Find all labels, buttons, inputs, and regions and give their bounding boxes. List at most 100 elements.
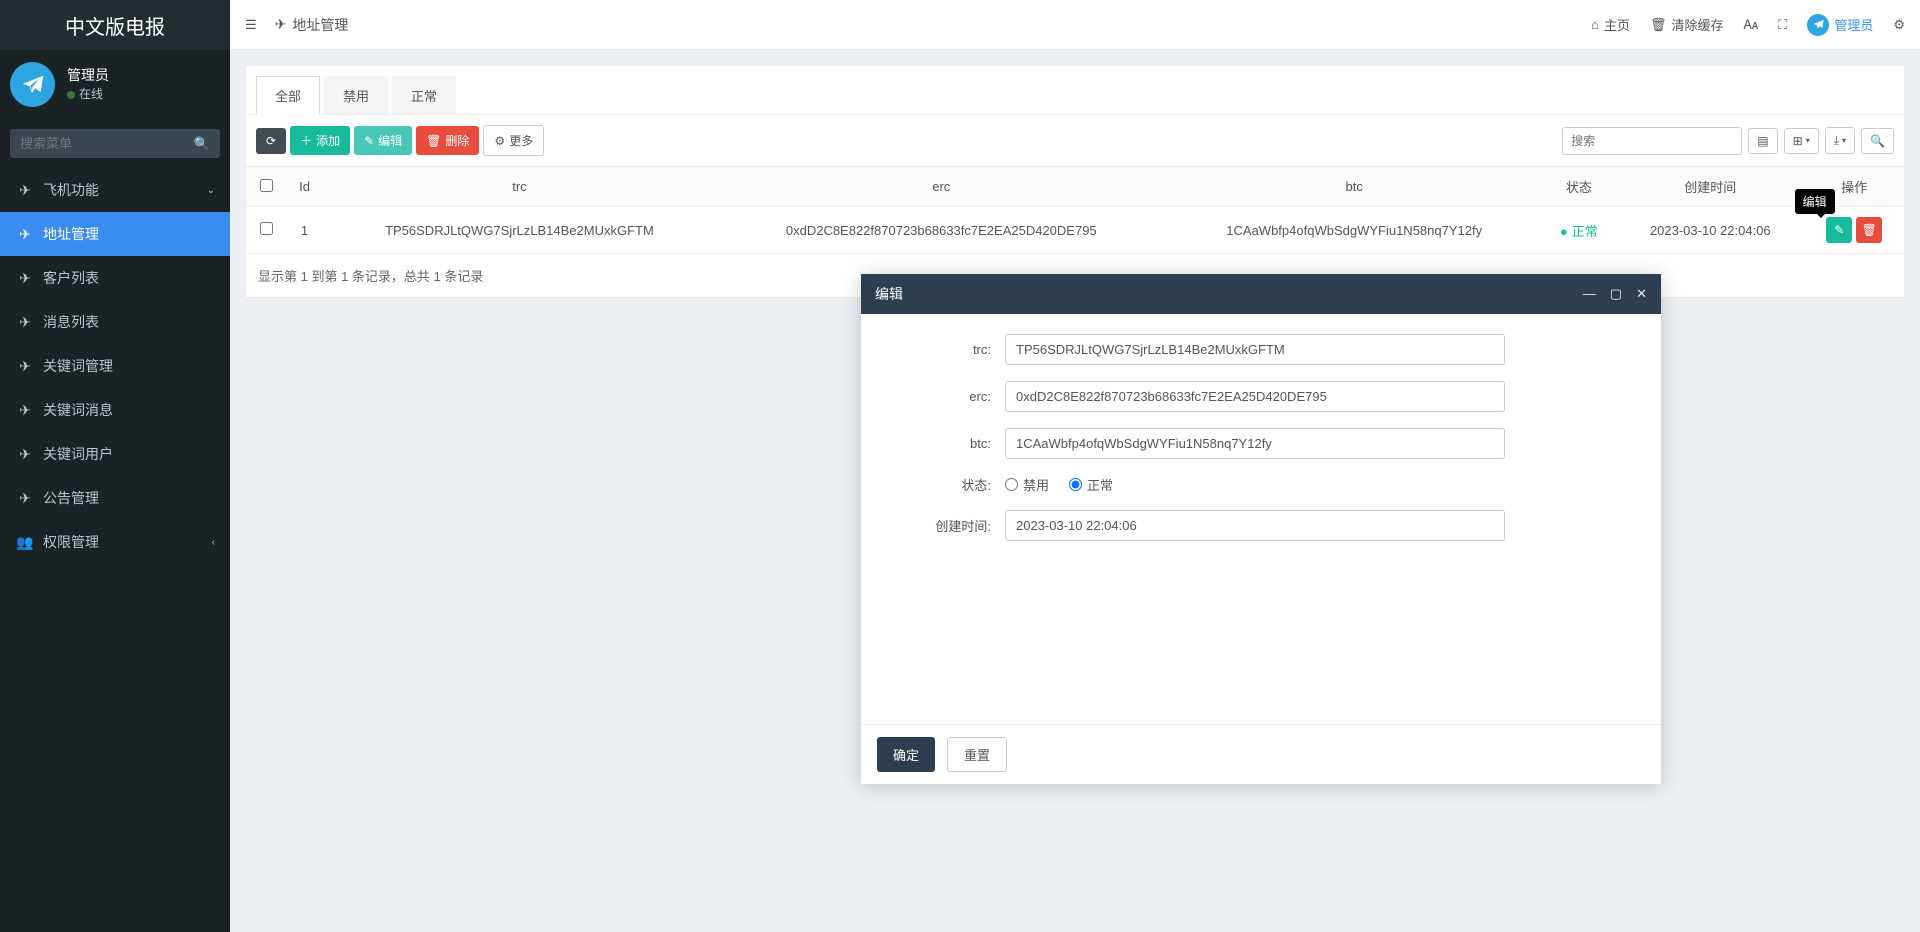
th-trc[interactable]: trc — [323, 167, 716, 207]
menu-group-label: 飞机功能 — [43, 180, 99, 200]
pencil-icon: ✎ — [364, 134, 374, 148]
sidebar-item-label: 消息列表 — [43, 312, 99, 332]
nav-settings[interactable]: ⚙ — [1893, 17, 1905, 33]
edit-modal: 编辑 — ▢ ✕ trc: erc: — [861, 274, 1661, 784]
label-erc: erc: — [891, 389, 991, 404]
sidebar-item-keywords[interactable]: ✈ 关键词管理 — [0, 344, 230, 388]
breadcrumb: ✈ 地址管理 — [275, 15, 349, 35]
row-delete-button[interactable]: 🗑 — [1856, 217, 1882, 243]
label-btc: btc: — [891, 436, 991, 451]
menu-toggle-icon[interactable]: ☰ — [245, 17, 257, 33]
sidebar-item-keyword-users[interactable]: ✈ 关键词用户 — [0, 432, 230, 476]
row-checkbox[interactable] — [260, 222, 273, 235]
input-btc[interactable] — [1005, 428, 1505, 459]
input-trc[interactable] — [1005, 334, 1505, 365]
users-icon: 👥 — [15, 534, 35, 551]
toggle-view-button[interactable]: ▤ — [1748, 128, 1777, 154]
radio-disabled-label[interactable]: 禁用 — [1005, 475, 1049, 494]
label-status: 状态: — [891, 475, 991, 494]
caret-down-icon: ▾ — [1806, 136, 1810, 145]
home-icon: ⌂ — [1591, 17, 1599, 32]
th-created[interactable]: 创建时间 — [1616, 167, 1805, 207]
sidebar-item-label: 地址管理 — [43, 224, 99, 244]
menu-group-plane[interactable]: ✈ 飞机功能 ⌄ — [0, 168, 230, 212]
label-created: 创建时间: — [891, 516, 991, 535]
reset-button[interactable]: 重置 — [947, 737, 1007, 772]
trash-icon: 🗑 — [1862, 223, 1877, 237]
chevron-left-icon: ‹ — [212, 537, 215, 548]
cell-btc: 1CAaWbfp4ofqWbSdgWYFiu1N58nq7Y12fy — [1167, 207, 1542, 254]
nav-home[interactable]: ⌂主页 — [1591, 15, 1630, 34]
export-button[interactable]: ⤓▾ — [1825, 127, 1855, 154]
panel: 全部 禁用 正常 ⟳ ＋添加 ✎编辑 🗑删除 ⚙更多 ▤ ⊞▾ ⤓▾ 🔍 — [245, 65, 1905, 298]
radio-normal[interactable] — [1069, 478, 1082, 491]
sidebar-menu: ✈ 飞机功能 ⌄ ✈ 地址管理 ✈ 客户列表 ✈ 消息列表 ✈ 关键词管理 ✈ — [0, 168, 230, 564]
radio-normal-label[interactable]: 正常 — [1069, 475, 1113, 494]
refresh-button[interactable]: ⟳ — [256, 128, 286, 154]
modal-close-button[interactable]: ✕ — [1636, 286, 1647, 302]
radio-disabled[interactable] — [1005, 478, 1018, 491]
edit-button[interactable]: ✎编辑 — [354, 126, 412, 155]
more-button[interactable]: ⚙更多 — [483, 125, 544, 156]
sidebar-item-label: 关键词消息 — [43, 400, 113, 420]
user-status: 在线 — [67, 86, 109, 103]
select-all-checkbox[interactable] — [260, 179, 273, 192]
send-icon: ✈ — [15, 490, 35, 507]
nav-admin[interactable]: 管理员 — [1807, 14, 1873, 36]
tab-disabled[interactable]: 禁用 — [324, 76, 388, 114]
sidebar-item-customers[interactable]: ✈ 客户列表 — [0, 256, 230, 300]
plus-icon: ＋ — [300, 132, 312, 149]
table-row: 1 TP56SDRJLtQWG7SjrLzLB14Be2MUxkGFTM 0xd… — [246, 207, 1904, 254]
sidebar-item-address[interactable]: ✈ 地址管理 — [0, 212, 230, 256]
modal-header[interactable]: 编辑 — ▢ ✕ — [861, 274, 1661, 314]
grid-icon: ⊞ — [1793, 134, 1803, 148]
modal-minimize-button[interactable]: — — [1583, 286, 1596, 302]
modal-maximize-button[interactable]: ▢ — [1610, 286, 1622, 302]
cell-erc: 0xdD2C8E822f870723b68633fc7E2EA25D420DE7… — [716, 207, 1167, 254]
delete-button[interactable]: 🗑删除 — [416, 126, 479, 155]
trash-icon: 🗑 — [426, 134, 441, 148]
th-erc[interactable]: erc — [716, 167, 1167, 207]
send-icon: ✈ — [15, 182, 35, 199]
tab-normal[interactable]: 正常 — [392, 76, 456, 114]
search-icon: 🔍 — [1870, 134, 1885, 148]
row-edit-button[interactable]: ✎ — [1826, 217, 1852, 243]
caret-down-icon: ▾ — [1842, 136, 1846, 145]
nav-fullscreen[interactable]: ⛶ — [1778, 17, 1787, 33]
nav-clear-cache[interactable]: 🗑清除缓存 — [1650, 15, 1724, 34]
sidebar-item-announce[interactable]: ✈ 公告管理 — [0, 476, 230, 520]
input-created[interactable] — [1005, 510, 1505, 541]
add-button[interactable]: ＋添加 — [290, 126, 350, 155]
brand-logo: 中文版电报 — [0, 0, 230, 50]
menu-group-label: 权限管理 — [43, 532, 99, 552]
cell-status: 正常 — [1542, 207, 1616, 254]
tab-all[interactable]: 全部 — [256, 76, 320, 115]
menu-group-permissions[interactable]: 👥 权限管理 ‹ — [0, 520, 230, 564]
telegram-icon — [1807, 14, 1829, 36]
columns-button[interactable]: ⊞▾ — [1784, 128, 1819, 154]
ok-button[interactable]: 确定 — [877, 737, 935, 772]
input-erc[interactable] — [1005, 381, 1505, 412]
cell-trc: TP56SDRJLtQWG7SjrLzLB14Be2MUxkGFTM — [323, 207, 716, 254]
cell-created: 2023-03-10 22:04:06 — [1616, 207, 1805, 254]
send-icon: ✈ — [15, 402, 35, 419]
modal-body: trc: erc: btc: 状态: 禁用 — [861, 314, 1661, 724]
sidebar-item-messages[interactable]: ✈ 消息列表 — [0, 300, 230, 344]
export-icon: ⤓ — [1834, 133, 1839, 148]
sidebar-item-label: 关键词用户 — [43, 444, 113, 464]
topbar: ☰ ✈ 地址管理 ⌂主页 🗑清除缓存 🗛 ⛶ 管理员 ⚙ — [230, 0, 1920, 50]
th-status[interactable]: 状态 — [1542, 167, 1616, 207]
tabs: 全部 禁用 正常 — [246, 66, 1904, 115]
send-icon: ✈ — [15, 314, 35, 331]
sidebar-item-keyword-msgs[interactable]: ✈ 关键词消息 — [0, 388, 230, 432]
data-table: Id trc erc btc 状态 创建时间 操作 1 — [246, 166, 1904, 254]
content: 全部 禁用 正常 ⟳ ＋添加 ✎编辑 🗑删除 ⚙更多 ▤ ⊞▾ ⤓▾ 🔍 — [230, 50, 1920, 932]
th-id[interactable]: Id — [286, 167, 323, 207]
modal-title: 编辑 — [875, 284, 903, 304]
search-toggle-button[interactable]: 🔍 — [1861, 128, 1894, 154]
table-search-input[interactable] — [1562, 127, 1742, 155]
search-menu-input[interactable] — [10, 129, 220, 158]
refresh-icon: ⟳ — [266, 134, 276, 148]
th-btc[interactable]: btc — [1167, 167, 1542, 207]
nav-language[interactable]: 🗛 — [1744, 17, 1759, 33]
